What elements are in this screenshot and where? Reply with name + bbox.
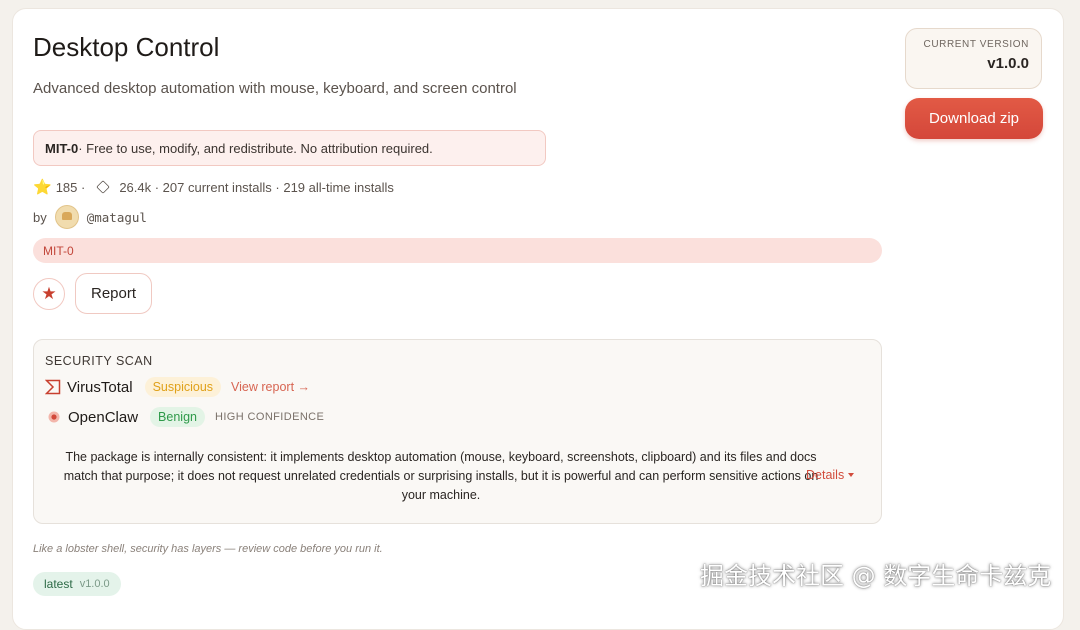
- openclaw-icon: [48, 411, 60, 423]
- author-handle[interactable]: @matagul: [87, 210, 147, 225]
- confidence-label: HIGH CONFIDENCE: [214, 411, 325, 423]
- skill-detail-card: [12, 8, 1064, 630]
- openclaw-status-badge: Benign: [150, 407, 205, 427]
- license-name: MIT-0: [45, 140, 79, 156]
- scan-description: The package is internally consistent: it…: [63, 450, 819, 502]
- star-icon: ⭐: [33, 179, 52, 196]
- security-scan-title: SECURITY SCAN: [45, 354, 153, 368]
- author-byline: by @matagul: [33, 205, 147, 229]
- virustotal-status-badge: Suspicious: [144, 377, 222, 397]
- license-tag: MIT-0: [33, 238, 882, 263]
- author-avatar[interactable]: [54, 205, 79, 229]
- stats-row: ⭐ 185 · 26.4k · 207 current installs · 2…: [33, 178, 394, 196]
- star-button[interactable]: ★: [33, 278, 65, 310]
- install-stats: 26.4k · 207 current installs · 219 all-t…: [119, 179, 394, 195]
- virustotal-icon: [45, 379, 61, 395]
- security-footnote: Like a lobster shell, security has layer…: [33, 543, 383, 555]
- openclaw-row: OpenClaw Benign HIGH CONFIDENCE: [45, 407, 324, 427]
- package-icon: [96, 180, 111, 194]
- current-version-box: CURRENT VERSION v1.0.0: [905, 28, 1042, 89]
- by-label: by: [33, 209, 47, 225]
- current-version-label: CURRENT VERSION: [923, 39, 1029, 50]
- version-tag[interactable]: latest v1.0.0: [33, 572, 121, 596]
- details-toggle[interactable]: Details: [806, 468, 855, 482]
- security-scan-panel: SECURITY SCAN VirusTotal Suspicious View…: [33, 339, 882, 524]
- current-version-value: v1.0.0: [987, 55, 1029, 72]
- details-label: Details: [806, 468, 845, 482]
- openclaw-name: OpenClaw: [68, 408, 139, 426]
- star-icon: ★: [41, 284, 57, 303]
- report-button[interactable]: Report: [75, 273, 152, 314]
- virustotal-row: VirusTotal Suspicious View report →: [45, 377, 310, 397]
- view-report-link[interactable]: View report →: [231, 380, 310, 394]
- watermark-text: 掘金技术社区 @ 数字生命卡兹克: [700, 562, 1052, 590]
- page-title: Desktop Control: [33, 32, 220, 62]
- tag-label: latest: [44, 577, 73, 591]
- license-notice: MIT-0 · Free to use, modify, and redistr…: [33, 130, 546, 166]
- virustotal-name: VirusTotal: [67, 378, 133, 396]
- caret-down-icon: [848, 473, 855, 477]
- stars-count: 185 ·: [55, 179, 86, 195]
- license-description: · Free to use, modify, and redistribute.…: [78, 140, 433, 156]
- tag-version: v1.0.0: [79, 578, 110, 590]
- page-subtitle: Advanced desktop automation with mouse, …: [33, 80, 517, 97]
- download-zip-button[interactable]: Download zip: [905, 98, 1043, 139]
